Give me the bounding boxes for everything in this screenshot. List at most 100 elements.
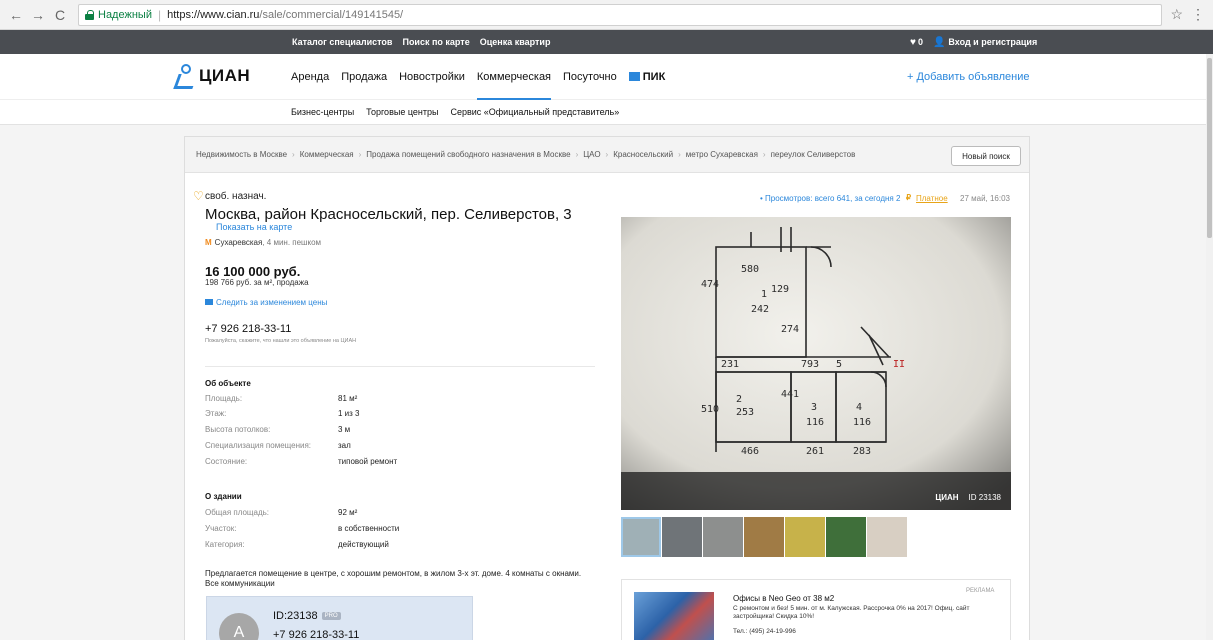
- reload-icon[interactable]: C: [52, 7, 68, 23]
- ad-title[interactable]: Офисы в Neo Geo от 38 м2: [733, 594, 834, 603]
- top-link-specialists[interactable]: Каталог специалистов: [292, 37, 392, 47]
- prop-key: Высота потолков:: [205, 425, 271, 434]
- listing-price: 16 100 000 руб.: [205, 264, 301, 279]
- crumb-district[interactable]: ЦАО: [583, 150, 600, 159]
- watermark-id: ID 23138: [968, 493, 1001, 502]
- ruble-icon: ₽: [906, 193, 912, 202]
- prop-value: 1 из 3: [338, 409, 360, 418]
- nav-sale[interactable]: Продажа: [341, 71, 387, 83]
- nav-commercial[interactable]: Коммерческая: [476, 71, 552, 100]
- prop-value: действующий: [338, 540, 389, 549]
- thumbnail[interactable]: [703, 517, 743, 557]
- nav-newbuild[interactable]: Новостройки: [399, 71, 465, 83]
- back-icon[interactable]: ←: [8, 7, 24, 23]
- cian-logo-icon: [175, 64, 195, 88]
- nav-pik[interactable]: ПИК: [628, 71, 666, 83]
- nav-daily[interactable]: Посуточно: [563, 71, 617, 83]
- thumbnail[interactable]: [744, 517, 784, 557]
- prop-value: зал: [338, 441, 351, 450]
- sub-nav-links: Бизнес-центры Торговые центры Сервис «Оф…: [291, 107, 631, 117]
- building-row: Общая площадь: 92 м²: [205, 508, 595, 523]
- listing-address: Москва, район Красносельский, пер. Селив…: [205, 206, 572, 223]
- mail-icon: [205, 299, 213, 305]
- listing-description: Предлагается помещение в центре, с хорош…: [205, 569, 582, 588]
- plan-label: 129: [771, 284, 789, 295]
- thumbnail[interactable]: [826, 517, 866, 557]
- sub-nav: Бизнес-центры Торговые центры Сервис «Оф…: [0, 100, 1213, 125]
- views-counter[interactable]: • Просмотров: всего 641, за сегодня 2: [760, 194, 900, 203]
- agent-phone[interactable]: +7 926 218-33-11: [273, 629, 359, 640]
- forward-icon[interactable]: →: [30, 7, 46, 23]
- thumbnail[interactable]: [621, 517, 661, 557]
- lock-icon: [85, 9, 94, 20]
- thumbnail[interactable]: [867, 517, 907, 557]
- plan-label: 5: [836, 359, 842, 370]
- favorites-count[interactable]: 0: [918, 37, 923, 47]
- scrollbar-thumb[interactable]: [1207, 58, 1212, 238]
- plan-label: 283: [853, 446, 871, 457]
- thumb-fill: [785, 517, 825, 557]
- url-text: https://www.cian.ru/sale/commercial/1491…: [167, 9, 403, 21]
- track-price-link[interactable]: Следить за изменением цены: [205, 298, 327, 307]
- plan-label: 1: [761, 289, 767, 300]
- main-nav: Аренда Продажа Новостройки Коммерческая …: [291, 71, 677, 100]
- agent-id[interactable]: ID:23138 PRO: [273, 610, 341, 622]
- show-on-map-link[interactable]: Показать на карте: [216, 222, 292, 232]
- crumb-free-purpose[interactable]: Продажа помещений свободного назначения …: [366, 150, 570, 159]
- url-separator: |: [157, 7, 162, 22]
- favorite-heart-icon[interactable]: ♡: [193, 189, 204, 203]
- thumbnail[interactable]: [662, 517, 702, 557]
- nav-pik-label: ПИК: [642, 71, 666, 83]
- plan-label: 116: [853, 417, 871, 428]
- address-bar[interactable]: Надежный | https://www.cian.ru/sale/comm…: [78, 3, 1163, 26]
- plan-label: 2: [736, 394, 742, 405]
- plan-label: 793: [801, 359, 819, 370]
- object-row: Высота потолков: 3 м: [205, 425, 595, 440]
- main-photo[interactable]: 580 129 474 1 242 274 231 793 5 2 253 3 …: [621, 217, 1011, 510]
- crumb-realty[interactable]: Недвижимость в Москве: [196, 150, 287, 159]
- subnav-business-centers[interactable]: Бизнес-центры: [291, 107, 354, 117]
- breadcrumb: Недвижимость в Москве › Коммерческая › Про…: [185, 137, 1029, 173]
- metro-name[interactable]: Сухаревская: [215, 238, 263, 247]
- thumb-fill: [703, 517, 743, 557]
- metro-info: M Сухаревская, 4 мин. пешком: [205, 238, 321, 247]
- ad-label: РЕКЛАМА: [966, 588, 995, 594]
- new-search-button[interactable]: Новый поиск: [951, 146, 1021, 166]
- thumbnail[interactable]: [785, 517, 825, 557]
- ad-block[interactable]: РЕКЛАМА Офисы в Neo Geo от 38 м2 С ремон…: [621, 579, 1011, 640]
- prop-key: Участок:: [205, 524, 237, 533]
- subnav-shopping-centers[interactable]: Торговые центры: [366, 107, 438, 117]
- cian-logo[interactable]: ЦИАН: [175, 64, 250, 88]
- ad-text: С ремонтом и без! 5 мин. от м. Калужская…: [733, 605, 970, 620]
- site-header: ЦИАН Аренда Продажа Новостройки Коммерче…: [0, 54, 1213, 100]
- crumb-commercial[interactable]: Коммерческая: [300, 150, 354, 159]
- plan-label: 474: [701, 279, 719, 290]
- browser-menu-icon[interactable]: ⋮: [1191, 6, 1205, 23]
- bookmark-star-icon[interactable]: ☆: [1170, 6, 1183, 23]
- metro-distance: , 4 мин. пешком: [262, 238, 322, 247]
- crumb-street[interactable]: переулок Селиверстов: [771, 150, 856, 159]
- paid-badge[interactable]: Платное: [916, 194, 948, 203]
- plan-label: 261: [806, 446, 824, 457]
- login-link[interactable]: Вход и регистрация: [948, 37, 1037, 47]
- price-per-meter: 198 766 руб. за м², продажа: [205, 278, 309, 287]
- subnav-official-rep[interactable]: Сервис «Официальный представитель»: [450, 107, 619, 117]
- url-host: https://www.cian.ru: [167, 8, 260, 21]
- agent-card: A ID:23138 PRO +7 926 218-33-11: [206, 596, 473, 640]
- object-row: Этаж: 1 из 3: [205, 409, 595, 424]
- top-link-valuation[interactable]: Оценка квартир: [480, 37, 551, 47]
- avatar[interactable]: A: [219, 613, 259, 640]
- crumb-metro[interactable]: метро Сухаревская: [686, 150, 758, 159]
- crumb-area[interactable]: Красносельский: [613, 150, 673, 159]
- nav-rent[interactable]: Аренда: [291, 71, 329, 83]
- track-price-label: Следить за изменением цены: [216, 298, 328, 307]
- add-listing-link[interactable]: + Добавить объявление: [907, 71, 1030, 83]
- prop-key: Площадь:: [205, 394, 243, 403]
- prop-key: Общая площадь:: [205, 508, 270, 517]
- ad-image[interactable]: [634, 592, 714, 640]
- contact-phone[interactable]: +7 926 218-33-11: [205, 323, 291, 335]
- top-link-map-search[interactable]: Поиск по карте: [402, 37, 469, 47]
- plan-label: 274: [781, 324, 799, 335]
- heart-icon[interactable]: ♥: [910, 37, 916, 48]
- prop-value: 92 м²: [338, 508, 358, 517]
